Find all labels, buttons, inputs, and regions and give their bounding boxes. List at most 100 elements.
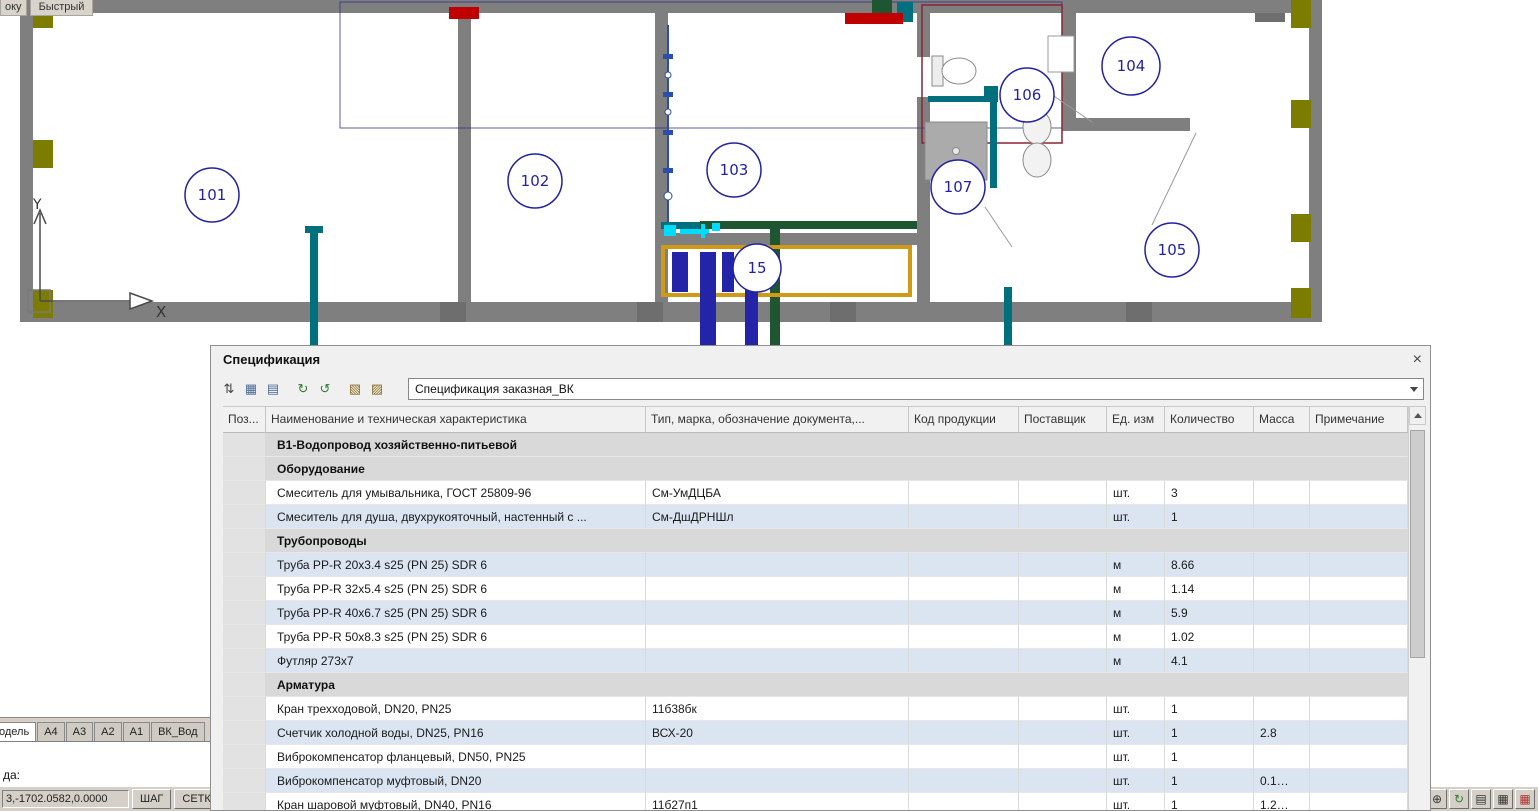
scroll-up-icon[interactable]	[1409, 406, 1426, 425]
application-window: Y X 101 102 103 104 105	[0, 0, 1538, 811]
cell-note	[1310, 673, 1408, 697]
regen-icon[interactable]: ↻	[1449, 789, 1469, 809]
cell-code	[909, 745, 1019, 769]
cell-supplier	[1019, 481, 1107, 505]
table-view-icon[interactable]: ▤	[263, 379, 283, 399]
insert-table-icon[interactable]: ▦	[241, 379, 261, 399]
cell-name: Виброкомпенсатор муфтовый, DN20	[266, 769, 646, 793]
floor-plan-canvas[interactable]: Y X 101 102 103 104 105	[0, 0, 1538, 350]
cell-qty: 1.14	[1165, 577, 1254, 601]
col-header-qty[interactable]: Количество	[1165, 407, 1254, 433]
statusbar-button-ШАГ[interactable]: ШАГ	[132, 789, 171, 809]
room-bubble-102[interactable]: 102	[508, 154, 562, 208]
col-header-mark[interactable]: Тип, марка, обозначение документа,...	[646, 407, 909, 433]
room-bubble-115[interactable]: 15	[733, 244, 781, 292]
spec-section-row[interactable]: Арматура	[223, 673, 1408, 697]
sort-icon[interactable]: ⇅	[219, 379, 239, 399]
cell-code	[909, 649, 1019, 673]
screen-icon[interactable]: ▦	[1493, 789, 1513, 809]
cell-note	[1310, 457, 1408, 481]
cell-pos	[223, 433, 266, 457]
layout-tab-ВК_Вод[interactable]: ВК_Вод	[151, 722, 205, 742]
room-bubble-101[interactable]: 101	[185, 168, 239, 222]
room-bubble-104[interactable]: 104	[1102, 37, 1160, 95]
room-bubble-105[interactable]: 105	[1145, 223, 1199, 277]
cell-name: Кран трехходовой, DN20, PN25	[266, 697, 646, 721]
layout-tab-А2[interactable]: А2	[94, 722, 121, 742]
spec-item-row[interactable]: Труба PP-R 20x3.4 s25 (PN 25) SDR 6м8.66	[223, 553, 1408, 577]
cell-qty: 3	[1165, 481, 1254, 505]
cell-code	[909, 577, 1019, 601]
cell-name: В1-Водопровод хозяйственно-питьевой	[266, 433, 646, 457]
tab-quick[interactable]: Быстрый	[30, 0, 94, 16]
cell-code	[909, 769, 1019, 793]
spec-template-select[interactable]: Спецификация заказная_ВК	[408, 378, 1424, 400]
cell-qty: 8.66	[1165, 553, 1254, 577]
room-bubble-106[interactable]: 106	[1000, 68, 1054, 122]
cell-unit	[1107, 529, 1165, 553]
chevron-down-icon[interactable]	[1405, 380, 1422, 398]
cell-note	[1310, 793, 1408, 811]
spec-item-row[interactable]: Труба PP-R 40x6.7 s25 (PN 25) SDR 6м5.9	[223, 601, 1408, 625]
cell-name: Труба PP-R 32x5.4 s25 (PN 25) SDR 6	[266, 577, 646, 601]
cell-mass	[1254, 457, 1310, 481]
spec-item-row[interactable]: Труба PP-R 50x8.3 s25 (PN 25) SDR 6м1.02	[223, 625, 1408, 649]
cell-name: Смеситель для душа, двухрукояточный, нас…	[266, 505, 646, 529]
col-header-unit[interactable]: Ед. изм	[1107, 407, 1165, 433]
vertical-scrollbar[interactable]	[1408, 406, 1426, 810]
cell-mark: См-УмДЦБА	[646, 481, 909, 505]
panel-toolbar: ⇅▦▤ ↻↺ ▧▨ Спецификация заказная_ВК	[219, 376, 1424, 402]
spec-item-row[interactable]: Кран трехходовой, DN20, PN2511б38бкшт.1	[223, 697, 1408, 721]
tab-partial[interactable]: оку	[0, 0, 27, 16]
cell-code	[909, 553, 1019, 577]
export-icon[interactable]: ▧	[345, 379, 365, 399]
spec-section-row[interactable]: В1-Водопровод хозяйственно-питьевой	[223, 433, 1408, 457]
spec-item-row[interactable]: Счетчик холодной воды, DN25, PN16ВСХ-20ш…	[223, 721, 1408, 745]
col-header-supplier[interactable]: Поставщик	[1019, 407, 1107, 433]
close-icon[interactable]: ×	[1413, 353, 1422, 367]
cell-code	[909, 481, 1019, 505]
layout-icon[interactable]: ▤	[1471, 789, 1491, 809]
refresh-icon[interactable]: ↻	[293, 379, 313, 399]
cell-code	[909, 457, 1019, 481]
col-header-name[interactable]: Наименование и техническая характеристик…	[266, 407, 646, 433]
spec-item-row[interactable]: Труба PP-R 32x5.4 s25 (PN 25) SDR 6м1.14	[223, 577, 1408, 601]
spec-item-row[interactable]: Футляр 273x7м4.1	[223, 649, 1408, 673]
cell-note	[1310, 697, 1408, 721]
layout-tab-А1[interactable]: А1	[123, 722, 150, 742]
cell-note	[1310, 721, 1408, 745]
cell-name: Труба PP-R 20x3.4 s25 (PN 25) SDR 6	[266, 553, 646, 577]
statusbar-icons: ⊕↻▤▦▦	[1427, 789, 1535, 809]
update-icon[interactable]: ↺	[315, 379, 335, 399]
cell-name: Виброкомпенсатор фланцевый, DN50, PN25	[266, 745, 646, 769]
cell-code	[909, 433, 1019, 457]
cell-pos	[223, 529, 266, 553]
cell-mass: 1.2…	[1254, 793, 1310, 811]
spec-item-row[interactable]: Кран шаровой муфтовый, DN40, PN1611б27п1…	[223, 793, 1408, 811]
cell-note	[1310, 745, 1408, 769]
spec-grid-icon[interactable]: ▦	[1515, 789, 1535, 809]
col-header-note[interactable]: Примечание	[1310, 407, 1408, 433]
command-line[interactable]: да:	[0, 741, 212, 787]
room-bubble-107[interactable]: 107	[931, 160, 985, 214]
scroll-thumb[interactable]	[1410, 430, 1425, 658]
table-settings-icon[interactable]: ▨	[367, 379, 387, 399]
cell-mass	[1254, 529, 1310, 553]
cell-qty	[1165, 673, 1254, 697]
col-header-mass[interactable]: Масса	[1254, 407, 1310, 433]
spec-section-row[interactable]: Оборудование	[223, 457, 1408, 481]
svg-text:103: 103	[720, 161, 749, 179]
spec-section-row[interactable]: Трубопроводы	[223, 529, 1408, 553]
spec-item-row[interactable]: Виброкомпенсатор муфтовый, DN20шт.10.1…	[223, 769, 1408, 793]
cell-supplier	[1019, 433, 1107, 457]
col-header-code[interactable]: Код продукции	[909, 407, 1019, 433]
room-bubble-103[interactable]: 103	[707, 143, 761, 197]
layout-tab-А4[interactable]: А4	[37, 722, 64, 742]
cell-qty: 1	[1165, 721, 1254, 745]
spec-item-row[interactable]: Смеситель для душа, двухрукояточный, нас…	[223, 505, 1408, 529]
col-header-pos[interactable]: Поз...	[223, 407, 266, 433]
layout-tab-одель[interactable]: одель	[0, 722, 36, 742]
spec-item-row[interactable]: Виброкомпенсатор фланцевый, DN50, PN25шт…	[223, 745, 1408, 769]
layout-tab-А3[interactable]: А3	[66, 722, 93, 742]
spec-item-row[interactable]: Смеситель для умывальника, ГОСТ 25809-96…	[223, 481, 1408, 505]
